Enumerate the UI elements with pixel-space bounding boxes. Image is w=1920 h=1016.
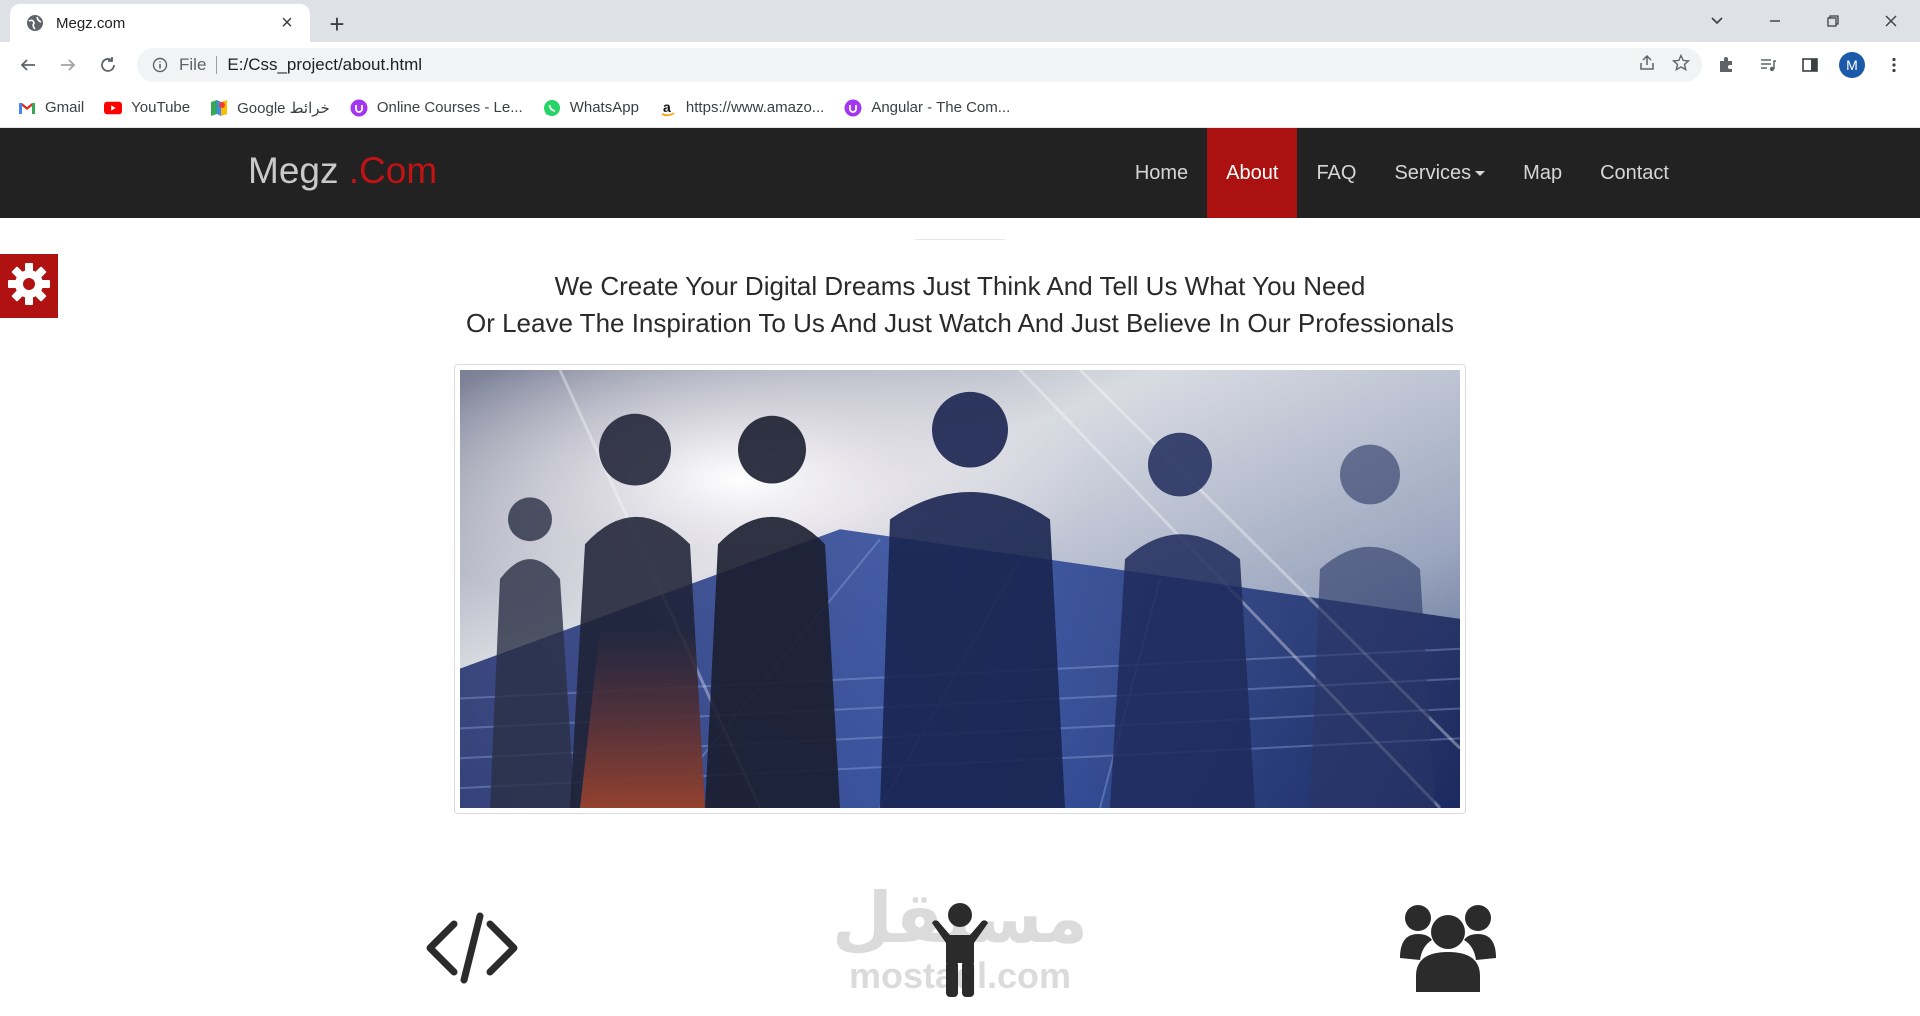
section-divider	[915, 239, 1005, 240]
tab-search-icon[interactable]	[1688, 0, 1746, 42]
globe-icon	[26, 14, 44, 32]
back-arrow-icon[interactable]	[12, 49, 44, 81]
bookmark-label: Google خرائط	[237, 99, 330, 117]
profile-initial: M	[1839, 52, 1865, 78]
headline-line-2: Or Leave The Inspiration To Us And Just …	[465, 308, 1455, 338]
minimize-icon[interactable]	[1746, 0, 1804, 42]
hero-image-frame	[454, 364, 1466, 814]
site-navbar: Megz .Com Home About FAQ Services Map Co…	[0, 128, 1920, 218]
profile-avatar[interactable]: M	[1836, 49, 1868, 81]
bookmark-label: Online Courses - Le...	[376, 99, 523, 116]
bookmark-gmail[interactable]: Gmail	[18, 99, 84, 117]
nav-services-label: Services	[1394, 161, 1472, 184]
media-queue-icon[interactable]	[1752, 49, 1784, 81]
settings-toggle-button[interactable]	[0, 254, 58, 318]
hero-image-team-silhouettes	[460, 370, 1460, 808]
brand-accent: .Com	[348, 150, 438, 191]
feature-child	[920, 898, 1000, 1008]
window-controls	[1688, 0, 1920, 42]
bookmark-label: YouTube	[131, 99, 191, 116]
whatsapp-icon	[543, 99, 561, 117]
bookmark-google-maps[interactable]: Google خرائط	[210, 99, 330, 117]
browser-tab-active[interactable]: Megz.com ×	[10, 4, 310, 42]
bookmark-label: WhatsApp	[569, 99, 639, 116]
restore-icon[interactable]	[1804, 0, 1862, 42]
nav-faq[interactable]: FAQ	[1297, 128, 1375, 218]
kebab-menu-icon[interactable]	[1878, 49, 1910, 81]
bookmark-whatsapp[interactable]: WhatsApp	[543, 99, 639, 117]
udemy-icon	[844, 99, 862, 117]
tab-title: Megz.com	[56, 14, 126, 32]
close-window-icon[interactable]	[1862, 0, 1920, 42]
side-panel-icon[interactable]	[1794, 49, 1826, 81]
child-icon	[928, 901, 992, 1006]
extensions-puzzle-icon[interactable]	[1710, 49, 1742, 81]
nav-services[interactable]: Services	[1375, 128, 1504, 218]
gmail-icon	[18, 99, 36, 117]
bookmark-online-courses[interactable]: Online Courses - Le...	[350, 99, 523, 117]
bookmark-star-icon[interactable]	[1671, 53, 1691, 77]
feature-team	[1398, 898, 1498, 998]
udemy-icon	[350, 99, 368, 117]
nav-contact[interactable]: Contact	[1581, 128, 1688, 218]
reload-icon[interactable]	[92, 49, 124, 81]
bookmark-amazon[interactable]: a https://www.amazo...	[659, 99, 824, 117]
amazon-icon: a	[659, 99, 677, 117]
browser-tabstrip: Megz.com × +	[0, 0, 1920, 42]
code-icon	[426, 912, 518, 989]
caret-down-icon	[1475, 170, 1486, 176]
brand-name: Megz	[248, 150, 339, 191]
main-menu: Home About FAQ Services Map Contact	[1116, 128, 1688, 218]
page-viewport: Megz .Com Home About FAQ Services Map Co…	[0, 128, 1920, 1016]
headline-line-1: We Create Your Digital Dreams Just Think…	[554, 271, 1366, 301]
forward-arrow-icon[interactable]	[52, 49, 84, 81]
bookmark-label: Gmail	[45, 99, 85, 116]
url-scheme-label: File	[179, 55, 207, 74]
nav-about[interactable]: About	[1207, 128, 1298, 218]
share-icon[interactable]	[1638, 54, 1656, 77]
browser-toolbar: File E:/Css_project/about.html M	[0, 42, 1920, 88]
feature-code	[424, 910, 520, 990]
youtube-icon	[104, 99, 123, 117]
url-text[interactable]: E:/Css_project/about.html	[227, 55, 422, 75]
info-icon[interactable]	[151, 56, 169, 74]
address-bar-actions	[1638, 48, 1691, 82]
close-tab-icon[interactable]: ×	[276, 12, 298, 34]
bookmarks-bar: Gmail YouTube Google خرائط Online Course…	[0, 88, 1920, 128]
toolbar-right: M	[1710, 49, 1910, 81]
users-icon	[1400, 900, 1496, 997]
new-tab-button[interactable]: +	[322, 9, 352, 39]
svg-text:a: a	[663, 99, 671, 115]
google-maps-icon	[210, 99, 228, 117]
url-separator	[216, 56, 218, 74]
bookmark-angular[interactable]: Angular - The Com...	[844, 99, 1010, 117]
bookmark-label: https://www.amazo...	[685, 99, 825, 116]
nav-map[interactable]: Map	[1504, 128, 1581, 218]
site-logo[interactable]: Megz .Com	[248, 150, 437, 192]
address-bar[interactable]: File E:/Css_project/about.html	[137, 48, 1702, 82]
bookmark-youtube[interactable]: YouTube	[104, 99, 190, 117]
gear-icon	[6, 261, 52, 312]
about-headline: We Create Your Digital Dreams Just Think…	[360, 268, 1560, 342]
bookmark-label: Angular - The Com...	[871, 99, 1011, 116]
nav-home[interactable]: Home	[1116, 128, 1207, 218]
